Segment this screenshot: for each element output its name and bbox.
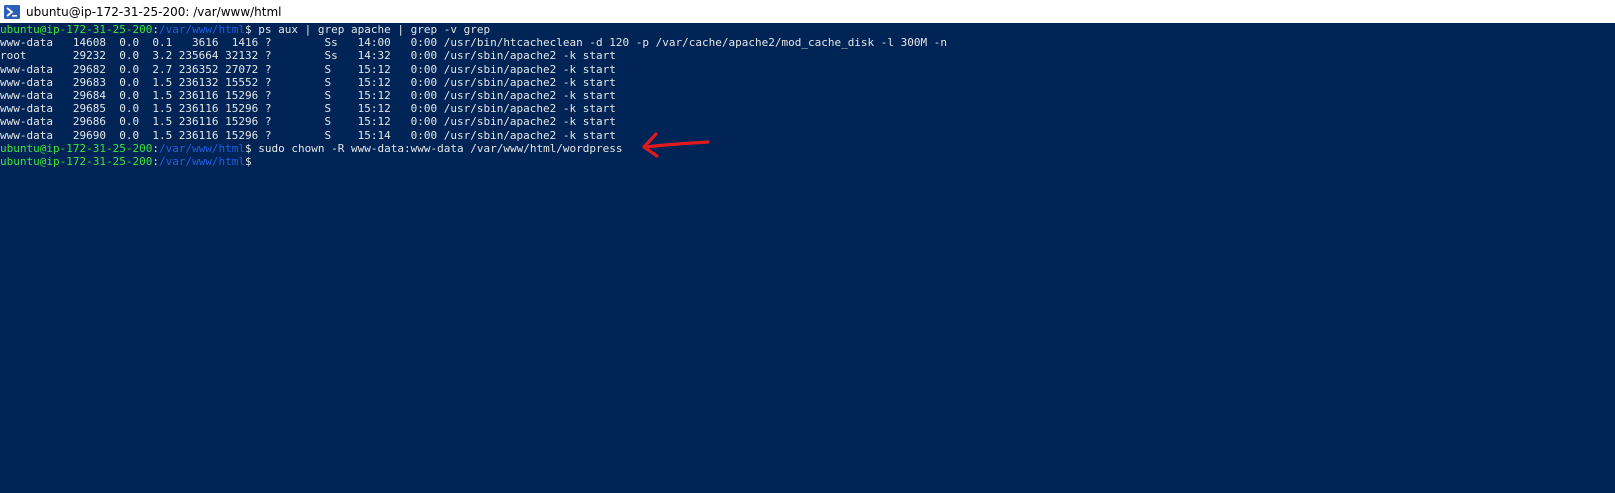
output-line: www-data 29690 0.0 1.5 236116 15296 ? S … bbox=[0, 128, 616, 142]
prompt-user-host: ubuntu@ip-172-31-25-200 bbox=[0, 23, 153, 36]
prompt-user-host: ubuntu@ip-172-31-25-200 bbox=[0, 154, 153, 168]
command-line: ubuntu@ip-172-31-25-200:/var/www/html$ p… bbox=[0, 23, 1615, 36]
prompt-path: /var/www/html bbox=[158, 23, 246, 36]
output-line: www-data 29686 0.0 1.5 236116 15296 ? S … bbox=[0, 115, 616, 129]
prompt-separator: : bbox=[152, 141, 159, 155]
prompt-path: /var/www/html bbox=[158, 154, 246, 168]
powershell-icon bbox=[4, 4, 20, 20]
prompt-dollar: $ bbox=[245, 154, 252, 168]
window-title: ubuntu@ip-172-31-25-200: /var/www/html bbox=[26, 4, 282, 19]
prompt-dollar: $ bbox=[245, 141, 252, 155]
prompt-separator: : bbox=[152, 23, 159, 36]
prompt-dollar: $ bbox=[245, 23, 252, 36]
output-line: www-data 29683 0.0 1.5 236132 15552 ? S … bbox=[0, 75, 616, 89]
command-line[interactable]: ubuntu@ip-172-31-25-200:/var/www/html$ bbox=[0, 155, 1615, 168]
terminal-output[interactable]: ubuntu@ip-172-31-25-200:/var/www/html$ p… bbox=[0, 23, 1615, 493]
terminal-window: ubuntu@ip-172-31-25-200: /var/www/html u… bbox=[0, 0, 1615, 493]
prompt-path: /var/www/html bbox=[158, 141, 246, 155]
command-text: sudo chown -R www-data:www-data /var/www… bbox=[251, 141, 623, 155]
output-line: root 29232 0.0 3.2 235664 32132 ? Ss 14:… bbox=[0, 49, 616, 63]
command-text: ps aux | grep apache | grep -v grep bbox=[251, 23, 491, 36]
output-line: www-data 14608 0.0 0.1 3616 1416 ? Ss 14… bbox=[0, 36, 948, 50]
title-bar[interactable]: ubuntu@ip-172-31-25-200: /var/www/html bbox=[0, 0, 1615, 23]
prompt-separator: : bbox=[152, 154, 159, 168]
command-line: ubuntu@ip-172-31-25-200:/var/www/html$ s… bbox=[0, 142, 1615, 155]
output-line: www-data 29685 0.0 1.5 236116 15296 ? S … bbox=[0, 102, 616, 116]
prompt-user-host: ubuntu@ip-172-31-25-200 bbox=[0, 141, 153, 155]
red-arrow-icon bbox=[640, 128, 712, 167]
output-line: www-data 29684 0.0 1.5 236116 15296 ? S … bbox=[0, 88, 616, 102]
output-line: www-data 29682 0.0 2.7 236352 27072 ? S … bbox=[0, 62, 616, 76]
